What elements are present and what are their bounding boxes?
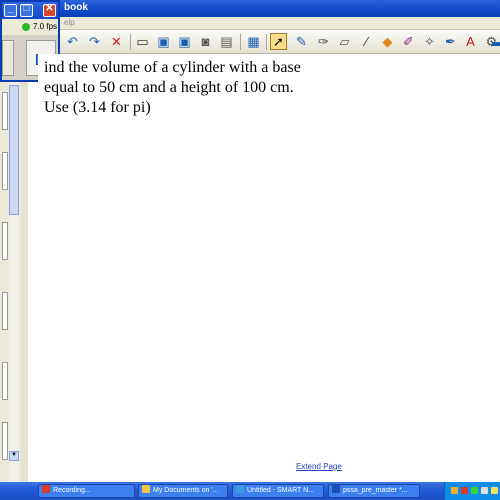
tray-icon[interactable] [491, 487, 498, 494]
extend-page-link[interactable]: Extend Page [296, 462, 342, 471]
main-toolbar: ↶ ↷ ✕ ▭ ▣ ▣ ◙ ▤ ▦ ➚ ✎ ✑ ▱ ∕ ◆ ✐ ✧ ✒ A ⚙ ▬ [0, 30, 500, 54]
shape-icon[interactable]: ◆ [379, 33, 396, 50]
scroll-down-arrow-icon[interactable]: ▼ [9, 451, 19, 461]
menu-bar: elp [0, 17, 500, 30]
system-tray [444, 482, 500, 500]
gallery-icon[interactable]: ▬ [490, 33, 500, 50]
close-button[interactable]: ✕ [43, 3, 56, 17]
tray-icon[interactable] [451, 487, 458, 494]
tray-icon[interactable] [471, 487, 478, 494]
screen: book elp ↶ ↷ ✕ ▭ ▣ ▣ ◙ ▤ ▦ ➚ ✎ ✑ ▱ ∕ ◆ ✐ ✧ ✒ A ⚙ ▬ _ □ ✕ 7.0… [0, 0, 500, 500]
taskbar-button[interactable]: Recording... [38, 484, 135, 498]
insert-icon[interactable]: ▤ [218, 33, 235, 50]
table-icon[interactable]: ▦ [245, 33, 262, 50]
capture-icon[interactable]: ◙ [197, 33, 214, 50]
select-arrow-icon[interactable]: ➚ [270, 33, 287, 50]
minimize-button[interactable]: _ [4, 3, 17, 17]
taskbar-label: Untitled - SMART N... [247, 487, 315, 494]
delete-icon[interactable]: ✕ [108, 33, 125, 50]
text-icon[interactable]: A [462, 33, 479, 50]
app-icon [236, 485, 244, 493]
highlighter-icon[interactable]: ✒ [442, 33, 459, 50]
whiteboard-canvas[interactable]: ind the volume of a cylinder with a base… [38, 54, 500, 482]
app-icon [142, 485, 150, 493]
redo-icon[interactable]: ↷ [86, 33, 103, 50]
problem-line: equal to 50 cm and a height of 100 cm. [44, 79, 294, 96]
toolbar-separator [240, 34, 241, 50]
creative-pen-icon[interactable]: ✑ [315, 33, 332, 50]
problem-line: Use (3.14 for pi) [44, 99, 151, 116]
line-icon[interactable]: ∕ [358, 33, 375, 50]
app-title: book [64, 2, 88, 13]
tray-icon[interactable] [481, 487, 488, 494]
taskbar-button[interactable]: My Documents on '... [138, 484, 228, 498]
app-titlebar: book [0, 0, 500, 17]
taskbar-label: pssa_pre_master *... [343, 487, 408, 494]
app-icon [42, 485, 50, 493]
screen-shade-icon[interactable]: ▭ [134, 33, 151, 50]
recording-status-icon [22, 23, 30, 31]
recorder-titlebar: _ □ ✕ [2, 2, 58, 19]
recorder-pause-button[interactable] [2, 40, 14, 76]
taskbar-label: Recording... [53, 487, 91, 494]
problem-line: ind the volume of a cylinder with a base [44, 59, 301, 76]
monitor-icon[interactable]: ▣ [155, 33, 172, 50]
scrollbar-thumb[interactable] [9, 85, 19, 215]
page-thumbnail[interactable] [2, 362, 8, 400]
taskbar-button[interactable]: Untitled - SMART N... [232, 484, 324, 498]
pen-icon[interactable]: ✎ [293, 33, 310, 50]
taskbar-label: My Documents on '... [153, 487, 219, 494]
fps-indicator: 7.0 fps [2, 21, 58, 33]
page-thumbnail[interactable] [2, 292, 8, 330]
tray-icon[interactable] [461, 487, 468, 494]
magic-pen-icon[interactable]: ✧ [421, 33, 438, 50]
page-sorter-sidebar: ▼ [0, 82, 28, 482]
problem-text: ind the volume of a cylinder with a base… [44, 58, 484, 118]
page-thumbnail[interactable] [2, 92, 8, 130]
toolbar-separator [266, 34, 267, 50]
toolbar-separator [130, 34, 131, 50]
app-icon [332, 485, 340, 493]
fps-label: 7.0 fps [33, 22, 58, 31]
maximize-button[interactable]: □ [20, 3, 33, 17]
page-thumbnail[interactable] [2, 152, 8, 190]
taskbar: Recording... My Documents on '... Untitled… [0, 482, 500, 500]
display-icon[interactable]: ▣ [176, 33, 193, 50]
fill-icon[interactable]: ✐ [400, 33, 417, 50]
taskbar-button[interactable]: pssa_pre_master *... [328, 484, 420, 498]
page-thumbnail[interactable] [2, 222, 8, 260]
undo-icon[interactable]: ↶ [64, 33, 81, 50]
page-thumbnail[interactable] [2, 422, 8, 460]
eraser-icon[interactable]: ▱ [336, 33, 353, 50]
help-menu[interactable]: elp [64, 18, 75, 27]
sidebar-divider [21, 82, 28, 482]
